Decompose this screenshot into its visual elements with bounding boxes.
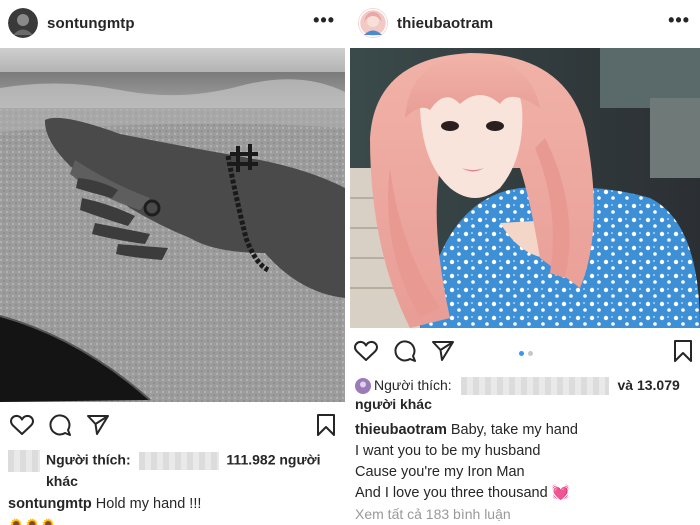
likes-count: 111.982 người <box>226 451 321 468</box>
post-right: thieubaotram ••• Người thích: và 13.079 … <box>350 0 700 525</box>
liker-avatar-blurred <box>8 450 40 472</box>
username[interactable]: sontungmtp <box>47 15 135 32</box>
likes-prefix: Người thích: <box>46 451 131 468</box>
caption-line-4: And I love you three thousand <box>355 485 548 501</box>
caption-text: Hold my hand !!! <box>95 496 202 512</box>
more-icon[interactable]: ••• <box>313 11 335 29</box>
caption: sontungmtp Hold my hand !!! 🌻🌻🌻 <box>8 494 338 525</box>
likes-count: và 13.079 <box>617 377 680 393</box>
comment-icon[interactable] <box>48 413 72 437</box>
avatar[interactable] <box>358 8 388 38</box>
share-icon[interactable] <box>86 413 110 437</box>
likes-prefix: Người thích: <box>374 377 452 393</box>
carousel-dot-active <box>519 351 524 356</box>
likes-suffix: người khác <box>355 396 432 413</box>
liker-name-blurred <box>138 452 219 470</box>
heart-emoji: 💓 <box>551 485 570 501</box>
caption-username[interactable]: thieubaotram <box>355 422 447 438</box>
caption: thieubaotram Baby, take my hand I want y… <box>355 420 695 525</box>
liker-avatar <box>355 378 371 395</box>
caption-emoji: 🌻🌻🌻 <box>8 515 338 525</box>
username[interactable]: thieubaotram <box>397 15 493 32</box>
likes-summary[interactable]: Người thích: 111.982 người khác <box>8 450 338 491</box>
caption-line-3: Cause you're my Iron Man <box>355 464 525 480</box>
post-header: sontungmtp ••• <box>0 0 345 46</box>
bookmark-icon[interactable] <box>672 339 694 363</box>
heart-icon[interactable] <box>9 413 35 437</box>
bookmark-icon[interactable] <box>315 413 337 437</box>
post-left: sontungmtp ••• Người thích: 111.982 ngườ… <box>0 0 345 525</box>
post-header: thieubaotram ••• <box>350 0 700 46</box>
heart-icon[interactable] <box>353 339 379 363</box>
post-photo <box>0 48 345 402</box>
comment-icon[interactable] <box>393 339 417 363</box>
carousel-dot <box>528 351 533 356</box>
action-bar <box>350 339 700 369</box>
caption-username[interactable]: sontungmtp <box>8 496 92 512</box>
liker-name-blurred <box>460 377 609 396</box>
likes-suffix: khác <box>46 473 78 489</box>
likes-summary[interactable]: Người thích: và 13.079 người khác <box>355 376 695 414</box>
share-icon[interactable] <box>431 339 455 363</box>
action-bar <box>0 413 345 443</box>
more-icon[interactable]: ••• <box>668 11 690 29</box>
caption-line-1: Baby, take my hand <box>450 422 578 438</box>
caption-line-2: I want you to be my husband <box>355 443 541 459</box>
carousel-indicator <box>519 351 533 356</box>
view-comments-link[interactable]: Xem tất cả 183 bình luận <box>355 504 695 525</box>
post-photo <box>350 48 700 328</box>
avatar[interactable] <box>8 8 38 38</box>
